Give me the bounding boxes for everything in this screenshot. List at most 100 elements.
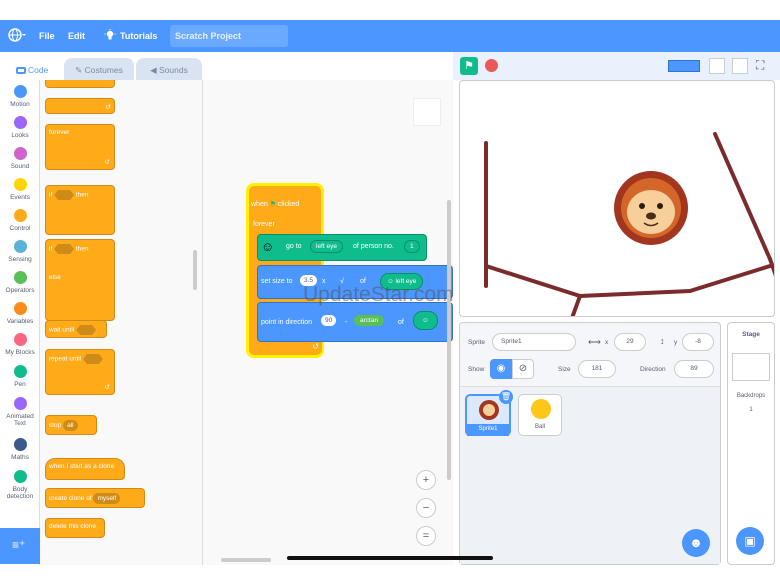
category-looks[interactable]: Looks — [0, 116, 40, 139]
category-dot-icon — [13, 271, 27, 284]
category-maths[interactable]: Maths — [0, 438, 40, 461]
green-flag-icon: ⚑ — [269, 201, 276, 208]
point-in-direction-block[interactable]: point in direction 90 - arctan of ☺ — [257, 302, 453, 342]
tab-sounds[interactable]: ◀ Sounds — [136, 58, 202, 80]
block-label: when — [251, 201, 268, 208]
brush-icon: ✎ — [75, 65, 83, 75]
add-sprite-button[interactable]: ☻ — [682, 529, 710, 557]
palette-create-clone-block[interactable]: create clone of myself — [45, 488, 145, 508]
zoom-in-button[interactable]: + — [416, 470, 436, 490]
menu-file[interactable]: File — [39, 31, 55, 41]
sprite-name-input[interactable]: Sprite1 — [492, 333, 576, 351]
trash-icon[interactable]: 🗑 — [499, 390, 513, 404]
palette-forever-block[interactable]: forever ↺ — [45, 124, 115, 170]
show-hidden-button[interactable]: ⊘ — [512, 359, 534, 379]
direction-label: Direction — [640, 366, 666, 373]
zoom-reset-button[interactable]: = — [416, 526, 436, 546]
stage-target-panel: Stage Backdrops 1 ▣ — [727, 322, 775, 565]
block-label: create clone of — [49, 495, 92, 502]
category-pen[interactable]: Pen — [0, 365, 40, 388]
sprite-label: Sprite — [468, 339, 485, 346]
face-icon: ☺ — [261, 239, 275, 254]
category-operators[interactable]: Operators — [0, 271, 40, 294]
category-my-blocks[interactable]: My Blocks — [0, 333, 40, 356]
category-label: Body detection — [6, 486, 34, 500]
sprite-tile[interactable]: Sprite1 🗑 — [465, 390, 513, 436]
when-flag-clicked-block[interactable]: when ⚑ clicked — [251, 200, 299, 208]
project-title-input[interactable]: Scratch Project — [170, 25, 288, 47]
category-label: Motion — [10, 101, 30, 108]
category-dot-icon — [13, 397, 27, 410]
tab-code[interactable]: Code — [2, 58, 62, 80]
palette-scrollbar[interactable] — [193, 250, 197, 290]
show-visible-button[interactable]: ◉ — [490, 359, 512, 379]
category-motion[interactable]: Motion — [0, 85, 40, 108]
add-backdrop-button[interactable]: ▣ — [736, 527, 764, 555]
category-sound[interactable]: Sound — [0, 147, 40, 170]
category-variables[interactable]: Variables — [0, 302, 40, 325]
tab-sounds-label: Sounds — [159, 65, 188, 75]
face-icon: ☺ — [422, 317, 429, 324]
show-label: Show — [468, 366, 485, 373]
category-sensing[interactable]: Sensing — [0, 240, 40, 263]
stop-dropdown[interactable]: all — [63, 420, 78, 431]
menu-tutorials[interactable]: Tutorials — [120, 31, 157, 41]
direction-input[interactable]: 90 — [321, 315, 337, 326]
add-extension-button[interactable]: ≡⁺ — [0, 528, 40, 564]
stage-size-button[interactable] — [709, 58, 725, 74]
person-dropdown[interactable]: 1 — [404, 240, 420, 253]
x-input[interactable]: 29 — [614, 333, 646, 351]
y-input[interactable]: -8 — [682, 333, 714, 351]
zoom-out-button[interactable]: − — [416, 498, 436, 518]
green-flag-button[interactable]: ⚑ — [460, 57, 478, 75]
palette-wait-until-block[interactable]: wait until — [45, 320, 107, 338]
body-part-dropdown[interactable]: left eye — [310, 240, 343, 253]
arctan-dropdown[interactable]: arctan — [354, 315, 385, 326]
workspace-scrollbar[interactable] — [447, 200, 451, 480]
palette-clone-hat-block[interactable]: when I start as a clone — [45, 458, 125, 480]
face-reporter[interactable]: ☺ — [413, 311, 438, 330]
category-dot-icon — [13, 147, 27, 160]
category-events[interactable]: Events — [0, 178, 40, 201]
stage-canvas[interactable] — [459, 80, 775, 317]
size-label: Size — [558, 366, 571, 373]
code-workspace[interactable]: when ⚑ clicked forever ☺ go to left eye … — [203, 80, 453, 565]
forever-block[interactable]: forever — [253, 221, 275, 228]
palette-repeat-until-block[interactable]: repeat until ↺ — [45, 349, 115, 395]
palette-if-block[interactable]: if then — [45, 185, 115, 235]
category-animated-text[interactable]: Animated Text — [0, 397, 40, 427]
menu-edit[interactable]: Edit — [68, 31, 85, 41]
sprite-info-panel: Sprite Sprite1 ⟷ x 29 ↕ y -8 Show ◉ ⊘ Si… — [459, 322, 721, 565]
stop-button[interactable] — [485, 59, 498, 72]
globe-icon[interactable] — [8, 28, 26, 44]
go-to-block[interactable]: ☺ go to left eye of person no. 1 — [257, 234, 427, 261]
workspace-h-scrollbar[interactable] — [221, 558, 271, 562]
category-body-detection[interactable]: Body detection — [0, 470, 40, 500]
category-control[interactable]: Control — [0, 209, 40, 232]
image-plus-icon: ▣ — [744, 534, 756, 548]
tab-costumes[interactable]: ✎ Costumes — [64, 58, 134, 80]
extension-icon: ≡⁺ — [12, 538, 26, 552]
large-stage-button[interactable] — [732, 58, 748, 74]
category-label: Sound — [10, 163, 30, 170]
lightbulb-icon — [104, 29, 116, 43]
small-stage-button[interactable] — [668, 60, 700, 72]
block-label: of — [398, 319, 404, 326]
palette-block[interactable] — [45, 80, 115, 88]
palette-if-else-block[interactable]: if then else — [45, 239, 115, 321]
category-dot-icon — [13, 240, 27, 253]
lion-sprite[interactable] — [611, 168, 691, 248]
horizontal-arrow-icon: ⟷ — [588, 337, 601, 347]
backdrop-thumbnail[interactable] — [732, 353, 770, 381]
category-dot-icon — [13, 209, 27, 222]
palette-delete-clone-block[interactable]: delete this clone — [45, 518, 105, 538]
sprite-tile[interactable]: Ball — [518, 394, 562, 436]
palette-stop-block[interactable]: stop all — [45, 415, 97, 435]
cat-plus-icon: ☻ — [689, 535, 703, 550]
block-label: if — [49, 245, 53, 253]
palette-block[interactable]: ↺ — [45, 98, 115, 114]
clone-dropdown[interactable]: myself — [93, 493, 121, 504]
direction-input[interactable]: 89 — [674, 360, 714, 378]
fullscreen-icon[interactable]: ⛶ — [756, 58, 764, 73]
size-input[interactable]: 181 — [578, 360, 616, 378]
